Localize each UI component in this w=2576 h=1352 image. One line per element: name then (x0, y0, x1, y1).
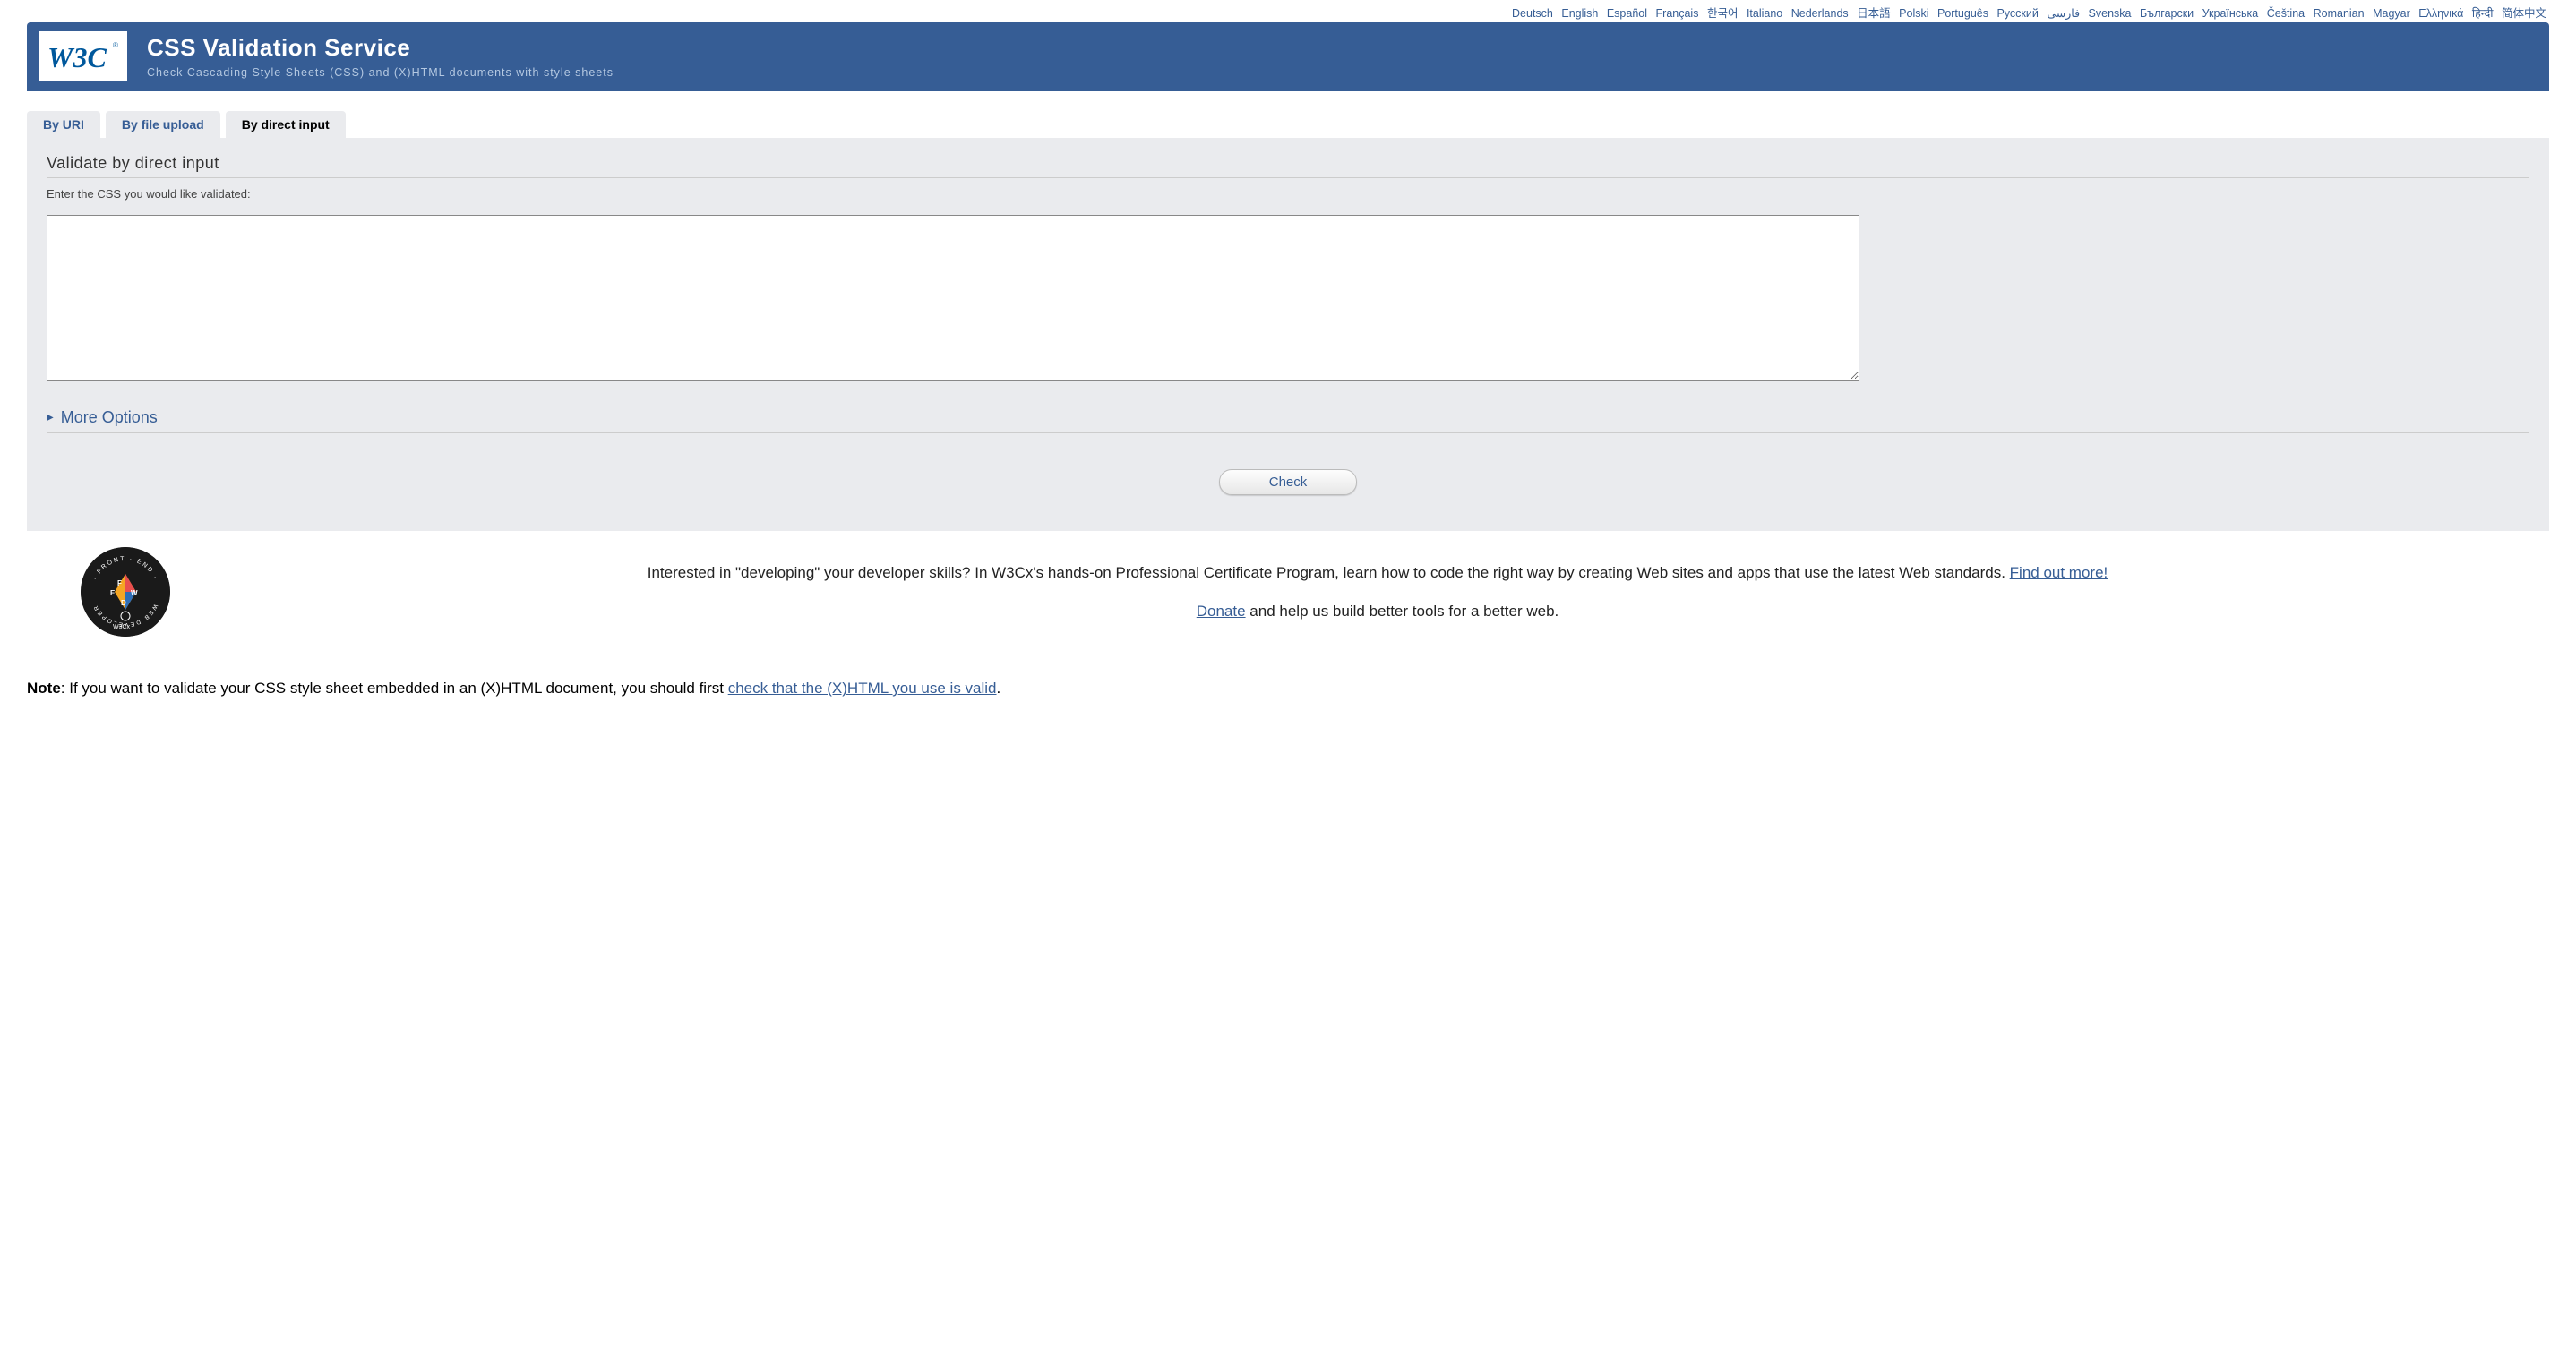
tab-by-direct-input[interactable]: By direct input (226, 111, 346, 138)
page-subtitle: Check Cascading Style Sheets (CSS) and (… (147, 66, 614, 79)
page-title: CSS Validation Service (147, 34, 614, 62)
donate-after: and help us build better tools for a bet… (1246, 603, 1559, 620)
note-suffix: . (997, 680, 1001, 697)
more-options-toggle[interactable]: ▶ More Options (47, 399, 2529, 433)
svg-text:E: E (110, 589, 116, 597)
w3c-logo[interactable]: W3C ® (39, 31, 127, 81)
language-link[interactable]: Українська (2202, 7, 2259, 20)
check-button[interactable]: Check (1219, 469, 1358, 495)
language-link[interactable]: Romanian (2314, 7, 2365, 20)
language-link[interactable]: Nederlands (1791, 7, 1849, 20)
tabs: By URI By file upload By direct input (27, 111, 2549, 138)
check-xhtml-valid-link[interactable]: check that the (X)HTML you use is valid (728, 680, 997, 697)
language-link[interactable]: हिन्दी (2472, 7, 2494, 20)
language-link[interactable]: Italiano (1747, 7, 1782, 20)
banner: W3C ® CSS Validation Service Check Casca… (27, 22, 2549, 91)
language-link[interactable]: Deutsch (1512, 7, 1553, 20)
svg-text:W3C: W3C (47, 41, 107, 73)
language-link[interactable]: 简体中文 (2502, 7, 2546, 20)
w3cx-badge[interactable]: · FRONT · END · WEB DEVELOPER F E W D W3… (81, 547, 170, 637)
language-link[interactable]: Ελληνικά (2418, 7, 2463, 20)
language-link[interactable]: Svenska (2089, 7, 2132, 20)
triangle-right-icon: ▶ (47, 413, 54, 423)
language-link[interactable]: Čeština (2267, 7, 2305, 20)
banner-text: CSS Validation Service Check Cascading S… (147, 34, 614, 79)
find-out-more-link[interactable]: Find out more! (2010, 564, 2108, 581)
tab-by-file-upload[interactable]: By file upload (106, 111, 220, 138)
language-link[interactable]: Español (1607, 7, 1647, 20)
donate-link[interactable]: Donate (1197, 603, 1246, 620)
note-body: : If you want to validate your CSS style… (61, 680, 728, 697)
tab-by-uri[interactable]: By URI (27, 111, 100, 138)
svg-text:F: F (117, 579, 122, 587)
language-link[interactable]: Български (2140, 7, 2194, 20)
language-bar: Deutsch English Español Français 한국어 Ita… (0, 0, 2576, 22)
language-link[interactable]: Português (1937, 7, 1988, 20)
promo-body: Interested in "developing" your develope… (648, 564, 2010, 581)
form-instruction: Enter the CSS you would like validated: (47, 187, 2529, 201)
language-link[interactable]: 日本語 (1857, 7, 1891, 20)
css-input[interactable] (47, 215, 1859, 381)
promo-row: · FRONT · END · WEB DEVELOPER F E W D W3… (27, 547, 2549, 637)
language-link[interactable]: Français (1656, 7, 1699, 20)
form-heading: Validate by direct input (47, 154, 2529, 178)
promo-text: Interested in "developing" your develope… (206, 561, 2549, 623)
note-label: Note (27, 680, 61, 697)
language-link[interactable]: Magyar (2373, 7, 2410, 20)
svg-text:W3Cx: W3Cx (113, 624, 131, 630)
svg-text:®: ® (113, 41, 118, 49)
svg-text:W: W (131, 589, 138, 597)
validation-panel: Validate by direct input Enter the CSS y… (27, 138, 2549, 531)
language-link[interactable]: Polski (1899, 7, 1928, 20)
svg-text:D: D (121, 599, 126, 607)
submit-row: Check (47, 469, 2529, 495)
note-paragraph: Note: If you want to validate your CSS s… (27, 680, 2549, 697)
language-link[interactable]: 한국어 (1707, 7, 1739, 20)
more-options-label: More Options (61, 408, 158, 427)
language-link[interactable]: فارسی (2047, 7, 2080, 20)
language-link[interactable]: Русский (1996, 7, 2038, 20)
language-link[interactable]: English (1561, 7, 1598, 20)
